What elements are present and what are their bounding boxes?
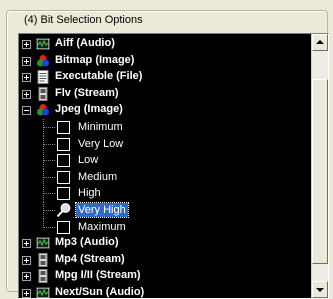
option-very-high[interactable]: Very High (19, 201, 312, 219)
tree-item-label: Executable (File) (55, 70, 143, 83)
stream-film-icon (38, 269, 48, 284)
scroll-down-button[interactable] (312, 281, 328, 298)
tree-item-label: Mp3 (Audio) (55, 236, 119, 249)
vertical-scrollbar[interactable] (311, 34, 328, 298)
option-very-low[interactable]: Very Low (19, 135, 312, 153)
option-checkbox[interactable] (57, 170, 70, 184)
tree-item-mp4[interactable]: Mp4 (Stream) (19, 252, 312, 269)
option-checkbox[interactable] (57, 187, 70, 201)
bit-selection-tree[interactable]: Aiff (Audio) Bitmap (Image) Executable (… (18, 33, 329, 299)
stream-film-icon (38, 86, 48, 101)
option-label: Very High (75, 201, 129, 218)
audio-wave-icon (36, 237, 50, 250)
tree-item-mpg[interactable]: Mpg I/II (Stream) (19, 268, 312, 285)
group-title: (4) Bit Selection Options (21, 13, 146, 27)
tree-item-mp3[interactable]: Mp3 (Audio) (19, 235, 312, 252)
bit-selection-groupbox: (4) Bit Selection Options Aiff (Audio) B… (6, 10, 329, 299)
scroll-up-button[interactable] (312, 34, 328, 51)
option-low[interactable]: Low (19, 152, 312, 170)
option-minimum[interactable]: Minimum (19, 118, 312, 136)
option-maximum[interactable]: Maximum (19, 218, 312, 236)
option-checkbox[interactable] (57, 154, 70, 168)
tree-item-label: Next/Sun (Audio) (55, 285, 145, 298)
tree-connector-line (43, 143, 55, 145)
option-label: Low (78, 154, 99, 167)
stream-film-icon (38, 252, 48, 267)
expand-plus-icon[interactable] (22, 89, 31, 99)
expand-plus-icon[interactable] (22, 272, 31, 282)
image-color-icon (37, 104, 49, 116)
option-checkbox[interactable] (57, 137, 70, 151)
tree-rows: Aiff (Audio) Bitmap (Image) Executable (… (19, 36, 312, 298)
collapse-minus-icon[interactable] (22, 106, 31, 116)
tree-item-aiff[interactable]: Aiff (Audio) (19, 36, 312, 53)
option-medium[interactable]: Medium (19, 168, 312, 186)
tree-connector-line (43, 176, 55, 178)
option-label: High (78, 187, 101, 200)
tree-item-executable[interactable]: Executable (File) (19, 69, 312, 86)
tree-connector-line (43, 126, 55, 128)
tree-item-label: Flv (Stream) (55, 86, 119, 99)
image-color-icon (37, 54, 49, 67)
tree-connector-line (43, 193, 55, 195)
option-high[interactable]: High (19, 185, 312, 203)
tree-item-label: Aiff (Audio) (55, 37, 115, 49)
tree-connector-line (43, 226, 55, 228)
expand-plus-icon[interactable] (22, 40, 31, 49)
expand-plus-icon[interactable] (22, 239, 31, 249)
option-checkbox[interactable] (57, 120, 70, 134)
executable-file-icon (37, 70, 49, 85)
option-checkbox[interactable] (57, 220, 70, 234)
expand-plus-icon[interactable] (22, 255, 31, 265)
tree-connector-line (43, 160, 55, 162)
tree-item-flv[interactable]: Flv (Stream) (19, 86, 312, 103)
tree-connector-line (43, 209, 55, 211)
option-label: Medium (78, 170, 118, 183)
scroll-thumb[interactable] (312, 79, 328, 264)
tree-item-label: Mpg I/II (Stream) (55, 269, 141, 282)
expand-plus-icon[interactable] (22, 56, 31, 66)
magnifier-icon (56, 203, 71, 218)
option-label: Minimum (78, 120, 123, 133)
tree-item-jpeg[interactable]: Jpeg (Image) (19, 102, 312, 119)
tree-item-label: Bitmap (Image) (55, 53, 135, 66)
tree-item-label: Jpeg (Image) (55, 103, 123, 116)
tree-item-label: Mp4 (Stream) (55, 252, 125, 265)
expand-plus-icon[interactable] (22, 73, 31, 83)
audio-wave-icon (36, 286, 50, 298)
option-label: Very Low (78, 137, 124, 150)
option-label: Maximum (78, 220, 126, 233)
tree-item-bitmap[interactable]: Bitmap (Image) (19, 53, 312, 70)
audio-wave-icon (36, 38, 50, 50)
